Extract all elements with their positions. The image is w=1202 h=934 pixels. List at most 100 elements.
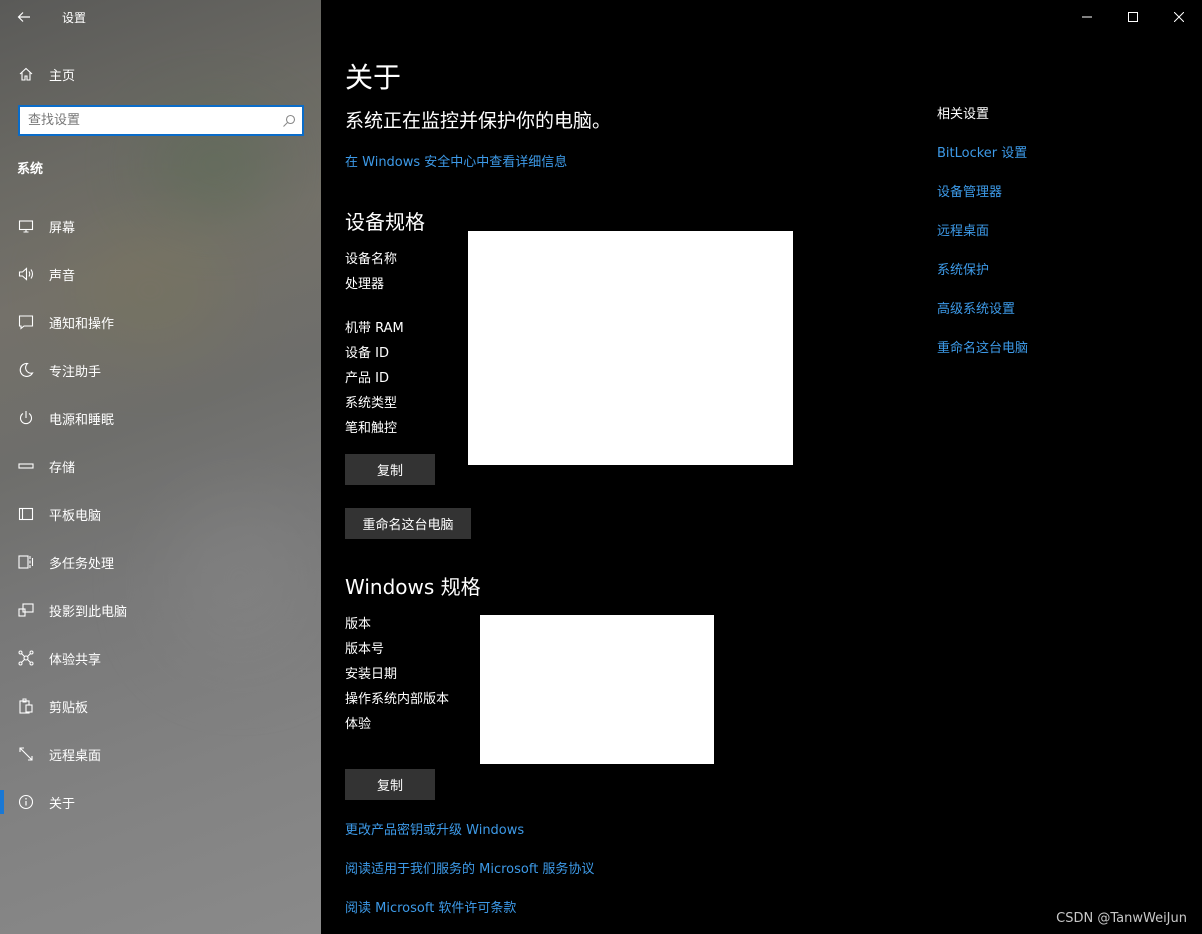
related-link-item: BitLocker 设置 [937,142,1028,161]
related-link-item: 系统保护 [937,259,1028,278]
related-settings: 相关设置 BitLocker 设置 设备管理器 远程桌面 系统保护 高级系统设置… [937,103,1028,356]
bitlocker-settings-link[interactable]: BitLocker 设置 [937,146,1027,161]
sidebar-item-label: 多任务处理 [49,556,115,572]
sidebar-item-home[interactable]: 主页 [0,56,321,92]
spec-label: 笔和触控 [345,421,398,436]
copy-device-specs-button[interactable]: 复制 [345,454,435,485]
notification-icon [18,314,34,330]
system-protection-link[interactable]: 系统保护 [937,263,989,278]
advanced-system-settings-link[interactable]: 高级系统设置 [937,302,1015,317]
service-agreement-link[interactable]: 阅读适用于我们服务的 Microsoft 服务协议 [345,858,594,877]
close-icon [1174,12,1184,22]
device-manager-link[interactable]: 设备管理器 [937,185,1002,200]
sidebar-item-label: 主页 [49,68,76,84]
title-bar: 设置 [0,0,321,34]
sidebar-section-title: 系统 [17,162,44,177]
sidebar-item-about[interactable]: 关于 [0,778,321,826]
sidebar-item-label: 剪贴板 [49,700,89,716]
related-link-item: 设备管理器 [937,181,1028,200]
main-content: 关于 系统正在监控并保护你的电脑。 在 Windows 安全中心中查看详细信息 … [321,0,1202,934]
spec-label: 设备名称 [345,252,398,267]
sidebar-item-storage[interactable]: 存储 [0,442,321,490]
sidebar-item-label: 体验共享 [49,652,102,668]
device-spec-labels: 设备名称 处理器 机带 RAM 设备 ID 产品 ID 系统类型 笔和触控 [345,247,404,441]
search-box [18,105,304,136]
related-settings-heading: 相关设置 [937,107,990,122]
storage-icon [18,458,34,474]
search-icon[interactable] [276,107,302,134]
rename-pc-link[interactable]: 重命名这台电脑 [937,341,1028,356]
info-icon [18,794,34,810]
moon-icon [18,362,34,378]
spec-label: 产品 ID [345,371,389,386]
multitask-icon [18,554,34,570]
sidebar-item-label: 远程桌面 [49,748,102,764]
sidebar-item-sound[interactable]: 声音 [0,250,321,298]
sidebar-item-notifications[interactable]: 通知和操作 [0,298,321,346]
related-link-item: 高级系统设置 [937,298,1028,317]
related-link-item: 重命名这台电脑 [937,337,1028,356]
clipboard-icon [18,698,34,714]
spec-label: 机带 RAM [345,321,404,336]
sidebar-item-label: 声音 [49,268,76,284]
spec-label: 版本号 [345,642,385,657]
windows-specs-heading: Windows 规格 [345,575,481,599]
maximize-button[interactable] [1110,0,1156,34]
sidebar-item-power[interactable]: 电源和睡眠 [0,394,321,442]
spec-label: 操作系统内部版本 [345,692,450,707]
app-title: 设置 [62,10,87,25]
close-button[interactable] [1156,0,1202,34]
sidebar-item-project[interactable]: 投影到此电脑 [0,586,321,634]
change-product-key-link[interactable]: 更改产品密钥或升级 Windows [345,819,524,838]
remote-icon [18,746,34,762]
sidebar-nav: 屏幕 声音 通知和操作 专注助手 电源和睡眠 存储 平板电脑 多任务处理 投影到… [0,202,321,826]
sidebar-item-label: 关于 [49,796,76,812]
minimize-button[interactable] [1064,0,1110,34]
back-arrow-icon [17,12,30,22]
sidebar-item-label: 屏幕 [49,220,76,236]
page-title: 关于 [345,61,402,94]
remote-desktop-link[interactable]: 远程桌面 [937,224,989,239]
sidebar-item-focus-assist[interactable]: 专注助手 [0,346,321,394]
back-button[interactable] [0,0,48,34]
spec-label: 安装日期 [345,667,398,682]
sidebar-item-label: 通知和操作 [49,316,115,332]
power-icon [18,410,34,426]
speaker-icon [18,266,34,282]
sidebar: 设置 主页 系统 屏幕 声音 通知和操作 [0,0,321,934]
home-icon [18,66,34,82]
sidebar-item-label: 平板电脑 [49,508,102,524]
protection-status-text: 系统正在监控并保护你的电脑。 [345,110,612,132]
tablet-icon [18,506,34,522]
minimize-icon [1082,16,1092,18]
sidebar-item-label: 存储 [49,460,76,476]
sidebar-item-shared-experiences[interactable]: 体验共享 [0,634,321,682]
maximize-icon [1128,12,1138,22]
window-controls [1064,0,1202,34]
sidebar-item-tablet[interactable]: 平板电脑 [0,490,321,538]
security-center-link[interactable]: 在 Windows 安全中心中查看详细信息 [345,151,567,170]
spec-label: 系统类型 [345,396,398,411]
redacted-device-values [468,231,793,465]
license-terms-link[interactable]: 阅读 Microsoft 软件许可条款 [345,897,516,916]
sidebar-item-label: 电源和睡眠 [49,412,115,428]
spec-spacer [345,297,404,316]
spec-label: 版本 [345,617,372,632]
display-icon [18,218,34,234]
spec-label: 体验 [345,717,372,732]
redacted-windows-values [480,615,714,764]
sidebar-item-label: 投影到此电脑 [49,604,128,620]
rename-pc-button[interactable]: 重命名这台电脑 [345,508,471,539]
search-input[interactable] [20,107,276,134]
project-icon [18,602,34,618]
sidebar-item-multitasking[interactable]: 多任务处理 [0,538,321,586]
sidebar-item-label: 专注助手 [49,364,102,380]
spec-label: 处理器 [345,277,385,292]
device-specs-heading: 设备规格 [345,210,425,234]
sidebar-item-clipboard[interactable]: 剪贴板 [0,682,321,730]
copy-windows-specs-button[interactable]: 复制 [345,769,435,800]
watermark: CSDN @TanwWeiJun [1056,911,1187,926]
windows-spec-labels: 版本 版本号 安装日期 操作系统内部版本 体验 [345,612,449,737]
sidebar-item-display[interactable]: 屏幕 [0,202,321,250]
sidebar-item-remote-desktop[interactable]: 远程桌面 [0,730,321,778]
